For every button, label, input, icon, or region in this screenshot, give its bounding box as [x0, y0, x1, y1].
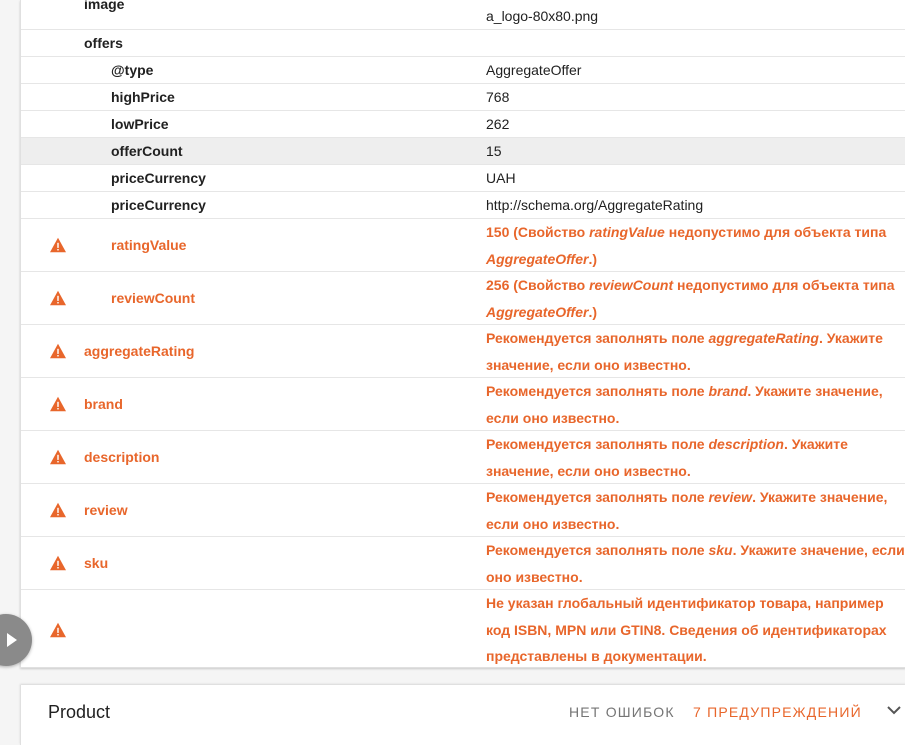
warning-icon: [50, 555, 66, 571]
warning-icon: [50, 290, 66, 306]
warning-property-name: ratingValue: [111, 237, 187, 253]
warning-row-brand: brand Рекомендуется заполнять поле brand…: [21, 378, 905, 431]
row-offers: offers: [21, 30, 905, 57]
warning-message: 256 (Свойство reviewCount недопустимо дл…: [486, 277, 895, 320]
row-type: @type AggregateOffer: [21, 57, 905, 84]
warnings-count: 7 ПРЕДУПРЕЖДЕНИЙ: [693, 704, 862, 720]
warning-property-name: sku: [84, 555, 109, 571]
warning-icon: [50, 396, 66, 412]
warning-property-name: aggregateRating: [84, 343, 195, 359]
structured-data-panel: image a_logo-80x80.png offers @type Aggr…: [20, 0, 905, 668]
warning-icon: [50, 237, 66, 253]
warning-row-review: review Рекомендуется заполнять поле revi…: [21, 484, 905, 537]
property-value: UAH: [486, 170, 516, 186]
warning-message: Не указан глобальный идентификатор товар…: [486, 595, 887, 664]
property-name: lowPrice: [111, 116, 169, 132]
warning-row-description: description Рекомендуется заполнять поле…: [21, 431, 905, 484]
property-value: 15: [486, 143, 502, 159]
property-value: 262: [486, 116, 510, 132]
warning-icon: [50, 502, 66, 518]
errors-count: НЕТ ОШИБОК: [569, 704, 675, 720]
warning-message: Рекомендуется заполнять поле brand. Укаж…: [486, 383, 883, 426]
chevron-down-icon[interactable]: [887, 705, 901, 715]
property-name: offerCount: [111, 143, 183, 159]
play-icon: [7, 633, 17, 647]
property-name: @type: [111, 62, 154, 78]
property-name: priceCurrency: [111, 197, 206, 213]
warning-message: Рекомендуется заполнять поле review. Ука…: [486, 489, 888, 532]
warning-property-name: description: [84, 449, 160, 465]
warning-property-name: brand: [84, 396, 123, 412]
row-highprice: highPrice 768: [21, 84, 905, 111]
warning-message: 150 (Свойство ratingValue недопустимо дл…: [486, 224, 887, 267]
property-name: highPrice: [111, 89, 175, 105]
warning-icon: [50, 343, 66, 359]
property-name: priceCurrency: [111, 170, 206, 186]
row-pricecurrency: priceCurrency UAH: [21, 165, 905, 192]
property-value: a_logo-80x80.png: [486, 8, 599, 24]
row-image: image a_logo-80x80.png: [21, 0, 905, 30]
property-name: image: [84, 0, 125, 12]
warning-message: Рекомендуется заполнять поле description…: [486, 436, 848, 479]
row-offercount[interactable]: offerCount 15: [21, 138, 905, 165]
item-type-title: Product: [48, 702, 111, 722]
warning-property-name: reviewCount: [111, 290, 196, 306]
row-pricecurrency-2: priceCurrency http://schema.org/Aggregat…: [21, 192, 905, 219]
property-value: http://schema.org/AggregateRating: [486, 197, 704, 213]
warning-row-ratingvalue: ratingValue 150 (Свойство ratingValue не…: [21, 219, 905, 272]
product-card-header[interactable]: Product НЕТ ОШИБОК 7 ПРЕДУПРЕЖДЕНИЙ: [20, 685, 905, 745]
warning-row-sku: sku Рекомендуется заполнять поле sku. Ук…: [21, 537, 905, 590]
property-value: 768: [486, 89, 510, 105]
warning-icon: [50, 622, 66, 638]
warning-row-reviewcount: reviewCount 256 (Свойство reviewCount не…: [21, 272, 905, 325]
warning-message: Рекомендуется заполнять поле aggregateRa…: [486, 330, 883, 373]
property-name: offers: [84, 35, 123, 51]
property-value: AggregateOffer: [486, 62, 582, 78]
warning-property-name: review: [84, 502, 128, 518]
row-lowprice: lowPrice 262: [21, 111, 905, 138]
warning-message: Рекомендуется заполнять поле sku. Укажит…: [486, 542, 905, 585]
warning-row-aggregaterating: aggregateRating Рекомендуется заполнять …: [21, 325, 905, 378]
warning-icon: [50, 449, 66, 465]
warning-row-global-id: Не указан глобальный идентификатор товар…: [21, 590, 905, 668]
